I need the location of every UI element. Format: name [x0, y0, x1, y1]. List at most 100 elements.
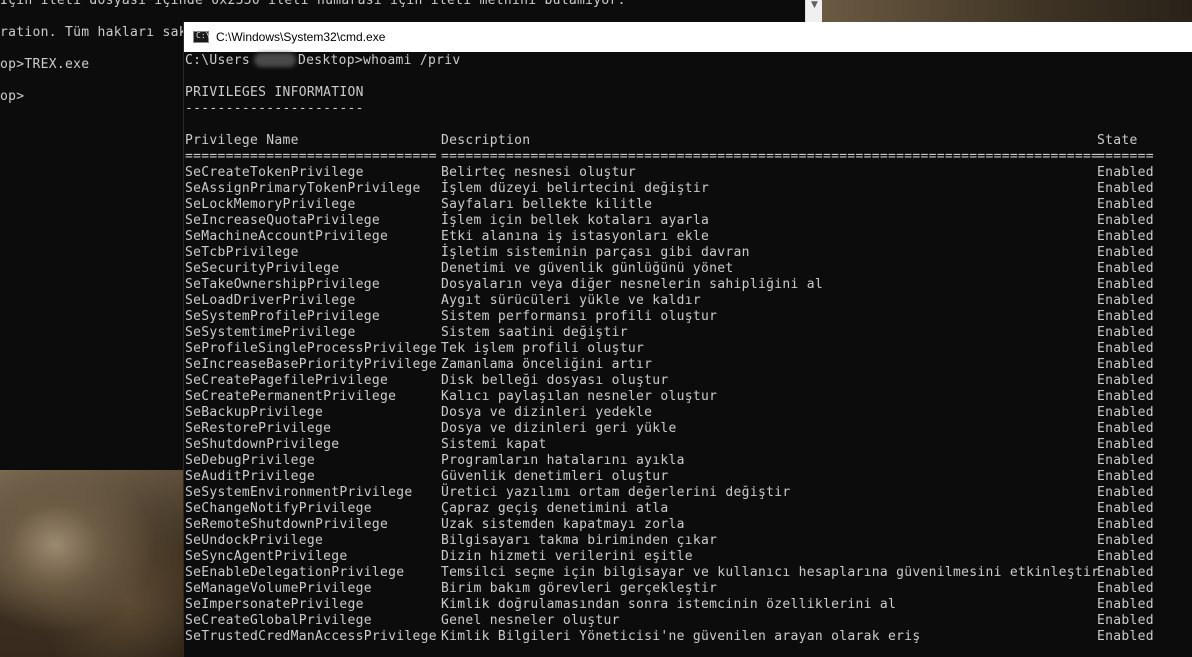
privilege-description: Temsilci seçme için bilgisayar ve kullan…: [441, 565, 1100, 580]
separator-state: =======: [1097, 149, 1154, 164]
section-underline: ----------------------: [185, 101, 364, 116]
privilege-name: SeImpersonatePrivilege: [185, 597, 364, 612]
privilege-name: SeChangeNotifyPrivilege: [185, 501, 372, 516]
privilege-state: Enabled: [1097, 229, 1154, 244]
privilege-state: Enabled: [1097, 581, 1154, 596]
privilege-name: SeSystemProfilePrivilege: [185, 309, 381, 324]
privilege-description: Kalıcı paylaşılan nesneler oluştur: [441, 389, 718, 404]
desktop-wallpaper: [822, 0, 1192, 22]
header-state: State: [1097, 133, 1138, 148]
privilege-state: Enabled: [1097, 629, 1154, 644]
privilege-state: Enabled: [1097, 293, 1154, 308]
background-console-line: op>TREX.exe: [0, 57, 90, 72]
scroll-down-arrow-icon[interactable]: ▼: [811, 0, 818, 10]
title-bar[interactable]: C:\ C:\Windows\System32\cmd.exe: [184, 22, 1192, 52]
privilege-description: Sistem saatini değiştir: [441, 325, 628, 340]
privilege-description: Belirteç nesnesi oluştur: [441, 165, 637, 180]
privilege-state: Enabled: [1097, 405, 1154, 420]
privilege-description: İşlem için bellek kotaları ayarla: [441, 213, 710, 228]
privilege-description: Çapraz geçiş denetimini atla: [441, 501, 669, 516]
privilege-state: Enabled: [1097, 373, 1154, 388]
privilege-description: Dizin hizmeti verilerini eşitle: [441, 549, 693, 564]
privilege-state: Enabled: [1097, 597, 1154, 612]
privilege-state: Enabled: [1097, 213, 1154, 228]
privilege-name: SeIncreaseQuotaPrivilege: [185, 213, 381, 228]
window-title: C:\Windows\System32\cmd.exe: [216, 30, 386, 44]
background-console-line: ration. Tüm hakları sak: [0, 25, 187, 40]
redacted-username: [254, 53, 296, 67]
cmd-icon: C:\: [193, 31, 210, 43]
privilege-state: Enabled: [1097, 613, 1154, 628]
privilege-description: Sistem performansı profili oluştur: [441, 309, 718, 324]
privilege-state: Enabled: [1097, 533, 1154, 548]
background-scrollbar[interactable]: ▼: [805, 0, 823, 22]
privilege-state: Enabled: [1097, 421, 1154, 436]
privilege-name: SeBackupPrivilege: [185, 405, 324, 420]
privilege-state: Enabled: [1097, 549, 1154, 564]
privilege-name: SeLockMemoryPrivilege: [185, 197, 356, 212]
desktop-wallpaper: [0, 470, 184, 657]
privilege-description: Tek işlem profili oluştur: [441, 341, 645, 356]
privilege-description: Sayfaları bellekte kilitle: [441, 197, 653, 212]
privilege-description: Dosya ve dizinleri geri yükle: [441, 421, 677, 436]
privilege-description: Programların hatalarını ayıkla: [441, 453, 685, 468]
privilege-state: Enabled: [1097, 341, 1154, 356]
privilege-state: Enabled: [1097, 309, 1154, 324]
privilege-name: SeIncreaseBasePriorityPrivilege: [185, 357, 437, 372]
privilege-name: SeSystemEnvironmentPrivilege: [185, 485, 413, 500]
privilege-state: Enabled: [1097, 181, 1154, 196]
privilege-name: SeTrustedCredManAccessPrivilege: [185, 629, 437, 644]
privilege-description: Sistemi kapat: [441, 437, 547, 452]
privilege-name: SeTcbPrivilege: [185, 245, 299, 260]
privilege-name: SeDebugPrivilege: [185, 453, 316, 468]
privilege-state: Enabled: [1097, 165, 1154, 180]
privilege-description: Güvenlik denetimleri oluştur: [441, 469, 669, 484]
console-output[interactable]: C:\Users Desktop>whoami /priv PRIVILEGES…: [185, 52, 1192, 657]
prompt-command: Desktop>whoami /priv: [298, 53, 461, 68]
separator-name: ===============================: [185, 149, 437, 164]
privilege-name: SeSyncAgentPrivilege: [185, 549, 348, 564]
privilege-name: SeTakeOwnershipPrivilege: [185, 277, 381, 292]
privilege-description: Etki alanına iş istasyonları ekle: [441, 229, 710, 244]
privilege-state: Enabled: [1097, 245, 1154, 260]
header-description: Description: [441, 133, 531, 148]
privilege-state: Enabled: [1097, 357, 1154, 372]
privilege-name: SeCreateGlobalPrivilege: [185, 613, 372, 628]
privilege-name: SeRestorePrivilege: [185, 421, 332, 436]
cmd-window[interactable]: C:\ C:\Windows\System32\cmd.exe C:\Users…: [183, 22, 1192, 657]
privilege-state: Enabled: [1097, 469, 1154, 484]
privilege-description: Kimlik Bilgileri Yöneticisi'ne güvenilen…: [441, 629, 921, 644]
section-title: PRIVILEGES INFORMATION: [185, 85, 364, 100]
privilege-name: SeCreateTokenPrivilege: [185, 165, 364, 180]
privilege-name: SeUndockPrivilege: [185, 533, 324, 548]
privilege-name: SeAssignPrimaryTokenPrivilege: [185, 181, 421, 196]
privilege-state: Enabled: [1097, 277, 1154, 292]
privilege-state: Enabled: [1097, 517, 1154, 532]
privilege-description: İşlem düzeyi belirtecini değiştir: [441, 181, 710, 196]
privilege-state: Enabled: [1097, 453, 1154, 468]
privilege-state: Enabled: [1097, 485, 1154, 500]
privilege-name: SeSystemtimePrivilege: [185, 325, 356, 340]
privilege-state: Enabled: [1097, 501, 1154, 516]
privilege-description: Bilgisayarı takma biriminden çıkar: [441, 533, 718, 548]
privilege-state: Enabled: [1097, 565, 1154, 580]
privilege-description: Disk belleği dosyası oluştur: [441, 373, 669, 388]
separator-description: ========================================…: [441, 149, 1100, 164]
privilege-description: Uzak sistemden kapatmayı zorla: [441, 517, 685, 532]
privilege-name: SeProfileSingleProcessPrivilege: [185, 341, 437, 356]
header-privilege-name: Privilege Name: [185, 133, 299, 148]
privilege-description: Üretici yazılımı ortam değerlerini değiş…: [441, 485, 791, 500]
privilege-description: İşletim sisteminin parçası gibi davran: [441, 245, 750, 260]
background-console-line: İçin ileti dosyası içinde 0x2350 ileti n…: [0, 0, 626, 8]
privilege-name: SeManageVolumePrivilege: [185, 581, 372, 596]
privilege-name: SeCreatePagefilePrivilege: [185, 373, 389, 388]
privilege-description: Dosyaların veya diğer nesnelerin sahipli…: [441, 277, 823, 292]
privilege-state: Enabled: [1097, 261, 1154, 276]
privilege-description: Denetimi ve güvenlik günlüğünü yönet: [441, 261, 734, 276]
privilege-description: Zamanlama önceliğini artır: [441, 357, 653, 372]
privilege-state: Enabled: [1097, 325, 1154, 340]
privilege-description: Aygıt sürücüleri yükle ve kaldır: [441, 293, 702, 308]
prompt-prefix: C:\Users: [185, 53, 251, 68]
privilege-description: Kimlik doğrulamasından sonra istemcinin …: [441, 597, 897, 612]
privilege-state: Enabled: [1097, 197, 1154, 212]
